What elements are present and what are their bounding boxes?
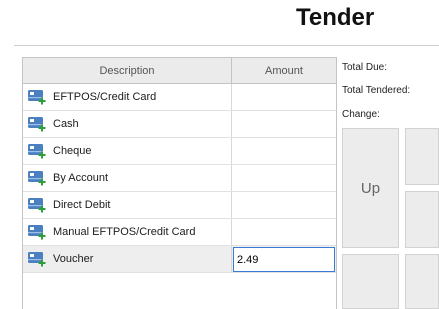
amount-cell[interactable] <box>232 111 336 137</box>
amount-cell[interactable] <box>232 165 336 191</box>
tender-label: Cash <box>53 118 79 130</box>
description-cell[interactable]: Cheque <box>23 138 232 164</box>
amount-input[interactable] <box>233 247 335 272</box>
card-payment-icon <box>27 224 47 240</box>
tender-label: EFTPOS/Credit Card <box>53 91 157 103</box>
card-payment-icon <box>27 170 47 186</box>
amount-cell[interactable] <box>232 246 336 272</box>
card-payment-icon <box>27 116 47 132</box>
description-cell[interactable]: EFTPOS/Credit Card <box>23 84 232 110</box>
description-cell[interactable]: By Account <box>23 165 232 191</box>
up-button[interactable]: Up <box>342 128 399 248</box>
tender-label: By Account <box>53 172 109 184</box>
amount-cell[interactable] <box>232 84 336 110</box>
keypad-button[interactable] <box>342 254 399 309</box>
tender-label: Manual EFTPOS/Credit Card <box>53 226 196 238</box>
tender-row[interactable]: Cheque <box>23 138 336 165</box>
keypad-button[interactable] <box>405 254 439 309</box>
card-payment-icon <box>27 197 47 213</box>
change-label: Change: <box>342 109 380 120</box>
card-payment-icon <box>27 251 47 267</box>
total-tendered-label: Total Tendered: <box>342 85 411 96</box>
amount-cell[interactable] <box>232 192 336 218</box>
card-payment-icon <box>27 143 47 159</box>
column-header-description[interactable]: Description <box>23 58 232 83</box>
tender-rows: EFTPOS/Credit Card Cash Cheque By Account Di… <box>23 84 336 273</box>
total-due-label: Total Due: <box>342 62 388 73</box>
grid-header: Description Amount <box>23 58 336 84</box>
amount-cell[interactable] <box>232 219 336 245</box>
tender-row[interactable]: Voucher <box>23 246 336 273</box>
amount-cell[interactable] <box>232 138 336 164</box>
tender-grid: Description Amount EFTPOS/Credit Card Cas… <box>22 57 337 309</box>
tender-row[interactable]: Manual EFTPOS/Credit Card <box>23 219 336 246</box>
tender-row[interactable]: EFTPOS/Credit Card <box>23 84 336 111</box>
keypad-button[interactable] <box>405 191 439 248</box>
tender-label: Direct Debit <box>53 199 111 211</box>
keypad-button[interactable] <box>405 128 439 185</box>
tender-label: Voucher <box>53 253 94 265</box>
description-cell[interactable]: Cash <box>23 111 232 137</box>
tender-row[interactable]: Direct Debit <box>23 192 336 219</box>
column-header-amount[interactable]: Amount <box>232 58 336 83</box>
description-cell[interactable]: Manual EFTPOS/Credit Card <box>23 219 232 245</box>
tender-row[interactable]: By Account <box>23 165 336 192</box>
card-payment-icon <box>27 89 47 105</box>
description-cell[interactable]: Direct Debit <box>23 192 232 218</box>
tender-row[interactable]: Cash <box>23 111 336 138</box>
header-divider <box>14 45 439 46</box>
description-cell[interactable]: Voucher <box>23 246 232 272</box>
tender-label: Cheque <box>53 145 92 157</box>
page-title: Tender <box>296 4 375 31</box>
